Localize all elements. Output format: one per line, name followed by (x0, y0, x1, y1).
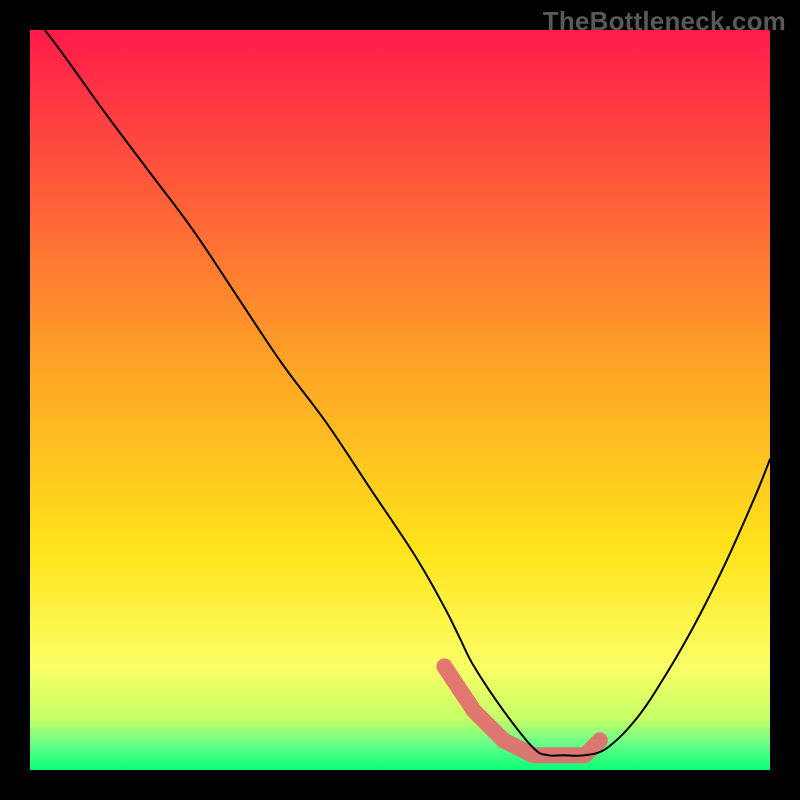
chart-frame: TheBottleneck.com (0, 0, 800, 800)
watermark-label: TheBottleneck.com (543, 6, 786, 37)
plot-svg (30, 30, 770, 770)
plot-area (30, 30, 770, 770)
gradient-background (30, 30, 770, 770)
